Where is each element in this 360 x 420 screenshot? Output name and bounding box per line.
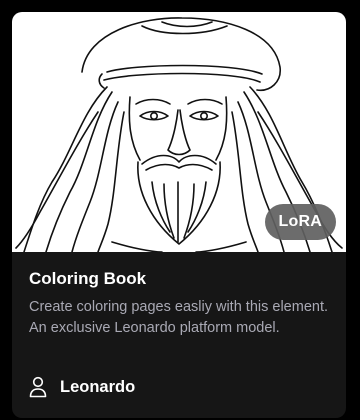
element-card[interactable]: LoRA Coloring Book Create coloring pages… <box>12 12 346 418</box>
element-thumbnail: LoRA <box>12 12 346 252</box>
element-description: Create coloring pages easliy with this e… <box>29 299 329 336</box>
creator-name: Leonardo <box>60 377 136 396</box>
element-title: Coloring Book <box>29 269 147 288</box>
user-icon <box>29 376 47 398</box>
lora-badge: LoRA <box>264 204 336 240</box>
creator-row[interactable]: Leonardo <box>29 374 135 400</box>
